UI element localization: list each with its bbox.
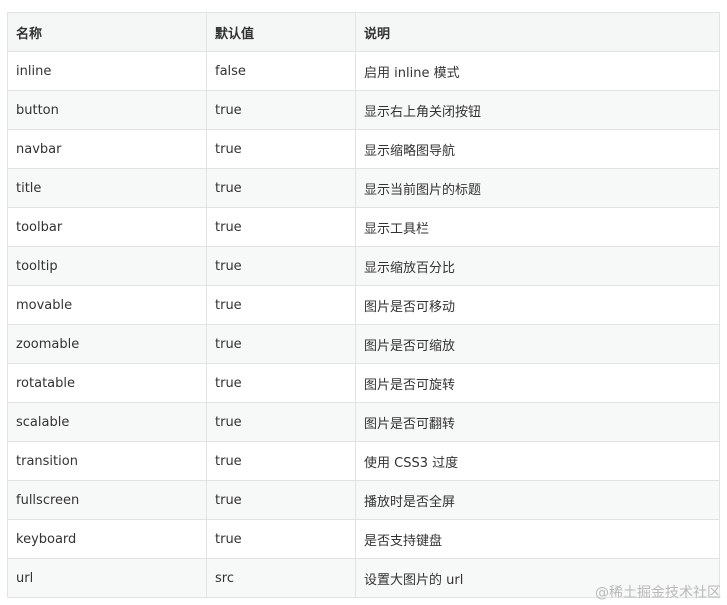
option-name-cell: keyboard xyxy=(7,519,207,559)
description-cell: 图片是否可缩放 xyxy=(355,324,720,364)
option-name-cell: toolbar xyxy=(7,207,207,247)
option-name-cell: zoomable xyxy=(7,324,207,364)
default-value-cell: true xyxy=(206,285,356,325)
description-cell: 图片是否可旋转 xyxy=(355,363,720,403)
table-row: movable true 图片是否可移动 xyxy=(7,285,720,325)
default-value-cell: true xyxy=(206,246,356,286)
option-name-cell: button xyxy=(7,90,207,130)
default-value-cell: true xyxy=(206,441,356,481)
default-value-cell: true xyxy=(206,207,356,247)
description-cell: 播放时是否全屏 xyxy=(355,480,720,520)
default-value-cell: false xyxy=(206,51,356,91)
default-value-cell: true xyxy=(206,90,356,130)
option-name-cell: navbar xyxy=(7,129,207,169)
watermark: @稀土掘金技术社区 xyxy=(595,585,721,601)
default-value-cell: true xyxy=(206,363,356,403)
description-cell: 图片是否可翻转 xyxy=(355,402,720,442)
table-row: inline false 启用 inline 模式 xyxy=(7,51,720,91)
default-value-cell: true xyxy=(206,402,356,442)
default-value-cell: true xyxy=(206,129,356,169)
option-name-cell: tooltip xyxy=(7,246,207,286)
default-value-cell: src xyxy=(206,558,356,598)
description-cell: 使用 CSS3 过度 xyxy=(355,441,720,481)
header-row: 名称 默认值 说明 xyxy=(7,12,720,52)
option-name-cell: transition xyxy=(7,441,207,481)
description-cell: 显示当前图片的标题 xyxy=(355,168,720,208)
table-row: transition true 使用 CSS3 过度 xyxy=(7,441,720,481)
description-cell: 显示工具栏 xyxy=(355,207,720,247)
table-row: rotatable true 图片是否可旋转 xyxy=(7,363,720,403)
table-row: navbar true 显示缩略图导航 xyxy=(7,129,720,169)
header-name: 名称 xyxy=(7,12,207,52)
table-row: fullscreen true 播放时是否全屏 xyxy=(7,480,720,520)
options-table: 名称 默认值 说明 inline false 启用 inline 模式 button t… xyxy=(7,12,720,598)
option-name-cell: url xyxy=(7,558,207,598)
description-cell: 显示缩放百分比 xyxy=(355,246,720,286)
table-row: button true 显示右上角关闭按钮 xyxy=(7,90,720,130)
default-value-cell: true xyxy=(206,168,356,208)
description-cell: 启用 inline 模式 xyxy=(355,51,720,91)
table-body: inline false 启用 inline 模式 button true 显示右上角关闭… xyxy=(7,51,720,598)
table-row: toolbar true 显示工具栏 xyxy=(7,207,720,247)
option-name-cell: movable xyxy=(7,285,207,325)
option-name-cell: inline xyxy=(7,51,207,91)
description-cell: 图片是否可移动 xyxy=(355,285,720,325)
options-table-container: 名称 默认值 说明 inline false 启用 inline 模式 button t… xyxy=(7,12,720,598)
default-value-cell: true xyxy=(206,519,356,559)
option-name-cell: title xyxy=(7,168,207,208)
table-row: zoomable true 图片是否可缩放 xyxy=(7,324,720,364)
description-cell: 显示右上角关闭按钮 xyxy=(355,90,720,130)
description-cell: 显示缩略图导航 xyxy=(355,129,720,169)
header-default-value: 默认值 xyxy=(206,12,356,52)
header-description: 说明 xyxy=(355,12,720,52)
table-row: title true 显示当前图片的标题 xyxy=(7,168,720,208)
table-row: keyboard true 是否支持键盘 xyxy=(7,519,720,559)
table-row: scalable true 图片是否可翻转 xyxy=(7,402,720,442)
option-name-cell: fullscreen xyxy=(7,480,207,520)
default-value-cell: true xyxy=(206,324,356,364)
option-name-cell: rotatable xyxy=(7,363,207,403)
default-value-cell: true xyxy=(206,480,356,520)
table-row: tooltip true 显示缩放百分比 xyxy=(7,246,720,286)
option-name-cell: scalable xyxy=(7,402,207,442)
description-cell: 是否支持键盘 xyxy=(355,519,720,559)
